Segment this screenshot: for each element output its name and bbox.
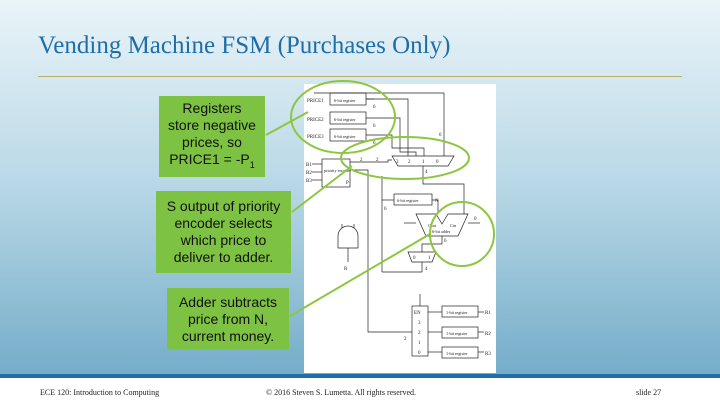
registers-callout-subscript: 1 bbox=[249, 159, 255, 170]
slide-footer: ECE 120: Introduction to Computing © 201… bbox=[0, 378, 720, 405]
b2-label: B2 bbox=[306, 171, 312, 176]
bus-width-1: 6 bbox=[373, 105, 376, 110]
en-label: EN bbox=[414, 311, 421, 316]
price2-reg-text: 6-bit register bbox=[334, 117, 356, 122]
price1-label: PRICE1 bbox=[307, 99, 324, 104]
priority-callout-line1: S output of priority bbox=[166, 198, 281, 214]
bus-width-4: 6 bbox=[439, 133, 442, 138]
adder-callout: Adder subtracts price from N, current mo… bbox=[167, 288, 289, 350]
adder-callout-line2: price from N, bbox=[187, 310, 269, 327]
cin-zero: 0 bbox=[474, 217, 477, 222]
registers-callout-line3: prices, so bbox=[182, 133, 242, 150]
cin-label: Cin bbox=[450, 223, 457, 228]
mux-in-0: 0 bbox=[436, 160, 439, 165]
mux-in-1: 1 bbox=[422, 160, 425, 165]
price3-reg-text: 6-bit register bbox=[334, 134, 356, 139]
circuit-diagram: PRICE1 PRICE2 PRICE3 6-bit register 6-bi… bbox=[304, 84, 496, 373]
n-label: N bbox=[435, 199, 439, 204]
r1-label: R1 bbox=[485, 311, 491, 316]
price2-label: PRICE2 bbox=[307, 118, 324, 123]
adder-callout-line3: current money. bbox=[181, 327, 275, 344]
bus-width-3: 6 bbox=[373, 141, 376, 146]
and-gate bbox=[337, 225, 359, 249]
adder-callout-line1: Adder subtracts bbox=[178, 293, 278, 310]
priority-callout-line3: which price to bbox=[180, 232, 267, 248]
r2-reg-text: 1-bit register bbox=[446, 331, 468, 336]
price1-reg-text: 6-bit register bbox=[334, 98, 356, 103]
b1-label: B1 bbox=[306, 163, 312, 168]
adder-label: 6-bit adder bbox=[432, 229, 451, 234]
mux2-in-0: 0 bbox=[413, 256, 416, 261]
n-reg-text: 6-bit register bbox=[397, 198, 419, 203]
title-divider bbox=[38, 76, 682, 77]
r2-label: R2 bbox=[485, 332, 491, 337]
dec-out-2: 2 bbox=[418, 331, 421, 336]
dec-out-3: 3 bbox=[418, 321, 421, 326]
registers-callout-formula: PRICE1 = -P bbox=[169, 150, 250, 167]
adder-out-width: 6 bbox=[444, 239, 447, 244]
n-bus-width: 6 bbox=[384, 207, 387, 212]
registers-callout-line2: store negative bbox=[168, 116, 256, 133]
mux-out-width: 4 bbox=[425, 170, 428, 175]
footer-slide-number: slide 27 bbox=[636, 388, 662, 397]
dec-out-1: 1 bbox=[418, 341, 421, 346]
dec-in-width: 2 bbox=[404, 337, 407, 342]
priority-callout-line2: encoder selects bbox=[174, 215, 273, 231]
bus-width-2: 6 bbox=[373, 124, 376, 129]
registers-callout-line4: PRICE1 = -P1 bbox=[159, 151, 265, 174]
footer-copyright: © 2016 Steven S. Lumetta. All rights res… bbox=[266, 388, 417, 397]
r-label: R bbox=[344, 267, 348, 272]
slide-title: Vending Machine FSM (Purchases Only) bbox=[38, 32, 451, 59]
circuit-svg: PRICE1 PRICE2 PRICE3 6-bit register 6-bi… bbox=[306, 92, 491, 359]
r3-reg-text: 1-bit register bbox=[446, 351, 468, 356]
dec-out-0: 0 bbox=[418, 351, 421, 356]
r1-reg-text: 1-bit register bbox=[446, 310, 468, 315]
price3-label: PRICE3 bbox=[307, 135, 324, 140]
priority-callout: S output of priority encoder selects whi… bbox=[156, 191, 291, 273]
cout-label: Cout bbox=[428, 223, 437, 228]
footer-course: ECE 120: Introduction to Computing bbox=[40, 388, 160, 397]
mux2-out-width: 4 bbox=[425, 267, 428, 272]
priority-callout-line4: deliver to adder. bbox=[173, 249, 274, 265]
r3-label: R3 bbox=[485, 352, 491, 357]
registers-callout: Registers store negative prices, so PRIC… bbox=[159, 96, 265, 177]
registers-connector bbox=[265, 111, 309, 136]
encoder-label: priority encoder bbox=[324, 168, 351, 173]
p-label: P bbox=[346, 181, 349, 186]
b3-label: B3 bbox=[306, 179, 312, 184]
mux2-in-1: 1 bbox=[428, 256, 431, 261]
mux-in-2: 2 bbox=[408, 160, 411, 165]
registers-callout-line1: Registers bbox=[182, 99, 242, 116]
mux-in-3: 3 bbox=[396, 160, 399, 165]
